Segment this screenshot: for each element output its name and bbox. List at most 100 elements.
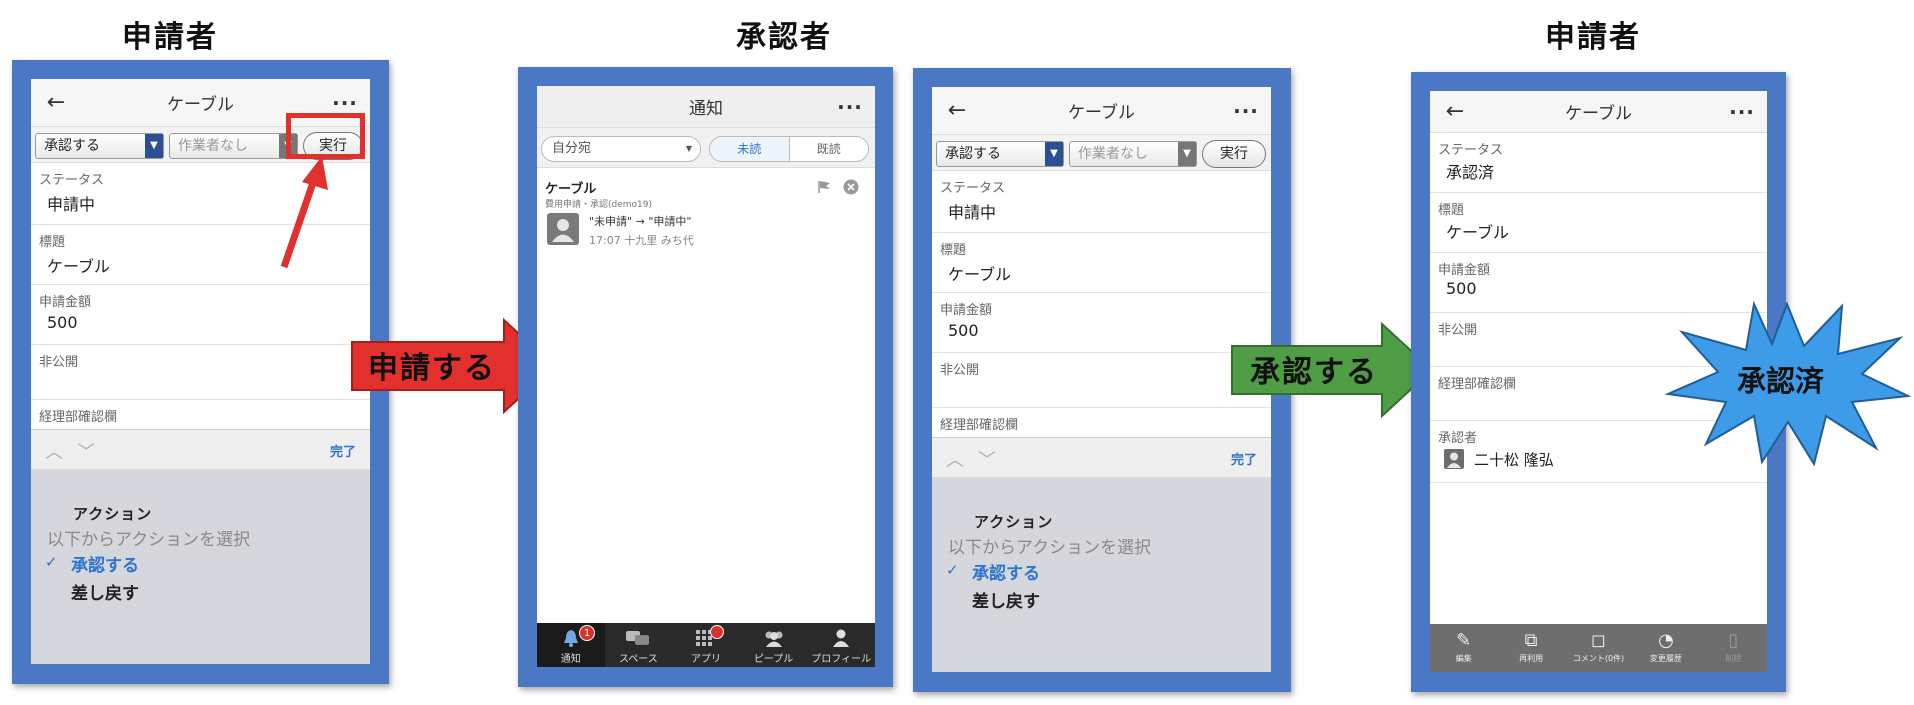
delete-label: 削除 <box>1725 654 1742 663</box>
field-value: 500 <box>948 321 979 340</box>
page-title: ケーブル <box>1565 104 1632 124</box>
back-arrow-icon[interactable]: ← <box>932 98 982 123</box>
done-button[interactable]: 完了 <box>330 441 356 460</box>
edit-icon: ✎ <box>1456 630 1472 651</box>
close-icon[interactable] <box>843 179 859 195</box>
flag-icon[interactable] <box>817 180 831 194</box>
navbar: 通知 ··· <box>537 86 875 128</box>
done-button[interactable]: 完了 <box>1231 449 1257 468</box>
field-value: 申請中 <box>948 203 997 222</box>
run-button[interactable]: 実行 <box>1202 140 1266 168</box>
chevron-down-icon: ▼ <box>1178 142 1196 166</box>
notification-subtitle: 費用申請・承認(demo19) <box>545 200 652 210</box>
picker-option-approve[interactable]: 承認する <box>71 551 139 576</box>
chevron-up-icon[interactable]: ︿ <box>45 438 63 464</box>
filter-select-value: 自分宛 <box>552 141 592 156</box>
field-label: 非公開 <box>940 363 980 378</box>
edit-button[interactable]: ✎ 編集 <box>1430 624 1497 672</box>
more-menu-icon[interactable]: ··· <box>1221 99 1271 123</box>
field-label: 非公開 <box>39 355 79 370</box>
notification-item[interactable]: ケーブル 費用申請・承認(demo19) "未申請" → "申請中" 17:07… <box>537 168 875 258</box>
field-value: ケーブル <box>1446 223 1510 242</box>
tab-space[interactable]: スペース <box>605 623 673 667</box>
tab-bar: 1 通知 スペース アプリ ピープル プロフィール <box>537 623 875 667</box>
read-segment: 未読 既読 <box>709 136 869 162</box>
heading-applicant-left: 申請者 <box>122 20 218 55</box>
field-private: 非公開 <box>31 345 370 400</box>
notification-badge: 1 <box>579 625 595 641</box>
tab-label: 通知 <box>560 654 581 665</box>
field-label: 申請金額 <box>940 303 993 318</box>
field-value: 承認済 <box>1446 163 1495 182</box>
action-select[interactable]: 承認する ▼ <box>35 133 164 159</box>
heading-approver: 承認者 <box>736 20 832 55</box>
notification-meta: 17:07 十九里 みち代 <box>589 234 694 247</box>
copy-icon: ⧉ <box>1524 630 1538 651</box>
worker-select[interactable]: 作業者なし ▼ <box>1069 141 1197 167</box>
notification-title: ケーブル <box>545 182 597 197</box>
filter-select[interactable]: 自分宛 ▼ <box>541 136 701 162</box>
field-status: ステータス 申請中 <box>932 171 1271 233</box>
picker-prompt: 以下からアクションを選択 <box>47 530 251 550</box>
field-value: 申請中 <box>47 195 96 214</box>
worker-select-value: 作業者なし <box>178 138 248 154</box>
chevron-down-icon[interactable]: ﹀ <box>978 446 996 472</box>
tab-apps[interactable]: アプリ <box>672 623 740 667</box>
action-select[interactable]: 承認する ▼ <box>936 141 1064 167</box>
check-icon: ✓ <box>45 553 58 571</box>
field-accounting: 経理部確認欄 <box>932 408 1271 438</box>
back-arrow-icon[interactable]: ← <box>1430 99 1480 124</box>
reuse-label: 再利用 <box>1519 654 1544 663</box>
action-picker: アクション 以下からアクションを選択 ✓ 承認する 差し戻す <box>932 477 1271 672</box>
history-button[interactable]: ◔ 変更履歴 <box>1632 624 1699 672</box>
more-menu-icon[interactable]: ··· <box>1717 100 1767 124</box>
pointer-arrow-icon <box>280 156 328 269</box>
tab-profile[interactable]: プロフィール <box>807 623 875 667</box>
field-value: 500 <box>47 313 78 332</box>
field-label: 申請金額 <box>1438 263 1491 278</box>
bottom-action-bar: ✎ 編集 ⧉ 再利用 ◻ コメント(0件) ◔ 変更履歴 ▯ 削除 <box>1430 624 1767 672</box>
tab-label: プロフィール <box>811 654 872 665</box>
field-label: ステータス <box>940 181 1006 196</box>
chevron-down-icon[interactable]: ﹀ <box>77 438 95 464</box>
field-accounting: 経理部確認欄 <box>31 400 370 430</box>
reuse-button[interactable]: ⧉ 再利用 <box>1497 624 1564 672</box>
chevron-down-icon: ▼ <box>145 134 163 158</box>
screen-approver: ← ケーブル ··· 承認する ▼ 作業者なし ▼ 実行 ステータス 申請中 標… <box>932 87 1271 672</box>
field-value: ケーブル <box>948 265 1012 284</box>
check-icon: ✓ <box>946 561 959 579</box>
delete-button[interactable]: ▯ 削除 <box>1700 624 1767 672</box>
comment-button[interactable]: ◻ コメント(0件) <box>1565 624 1632 672</box>
segment-read[interactable]: 既読 <box>790 137 869 161</box>
more-menu-icon[interactable]: ··· <box>825 95 875 119</box>
field-value: ケーブル <box>47 257 111 276</box>
tab-label: アプリ <box>690 654 721 665</box>
picker-prompt: 以下からアクションを選択 <box>948 538 1152 558</box>
field-label: 経理部確認欄 <box>1438 377 1517 392</box>
apply-arrow-label: 申請する <box>368 351 496 386</box>
chevron-up-icon[interactable]: ︿ <box>946 446 964 472</box>
approver-name: 二十松 隆弘 <box>1474 451 1554 469</box>
field-value: 500 <box>1446 279 1477 298</box>
keyboard-toolbar: ︿ ﹀ 完了 <box>932 437 1271 477</box>
chat-bubbles-icon <box>626 631 650 645</box>
segment-unread[interactable]: 未読 <box>710 137 790 161</box>
people-icon <box>765 631 783 647</box>
more-menu-icon[interactable]: ··· <box>320 91 370 115</box>
tab-notifications[interactable]: 1 通知 <box>537 623 605 667</box>
picker-title: アクション <box>73 505 153 523</box>
field-label: 標題 <box>39 235 66 250</box>
back-arrow-icon[interactable]: ← <box>31 90 81 115</box>
page-title: ケーブル <box>167 95 234 115</box>
action-bar: 承認する ▼ 作業者なし ▼ 実行 <box>932 135 1271 171</box>
field-label: ステータス <box>1438 143 1504 158</box>
picker-option-return[interactable]: 差し戻す <box>71 579 139 604</box>
apps-badge <box>710 625 725 639</box>
field-label: 標題 <box>1438 203 1465 218</box>
picker-option-approve[interactable]: 承認する <box>972 559 1040 584</box>
field-label: 非公開 <box>1438 323 1478 338</box>
picker-option-return[interactable]: 差し戻す <box>972 587 1040 612</box>
tab-people[interactable]: ピープル <box>740 623 808 667</box>
history-label: 変更履歴 <box>1649 654 1682 663</box>
field-status: ステータス 承認済 <box>1430 133 1767 193</box>
